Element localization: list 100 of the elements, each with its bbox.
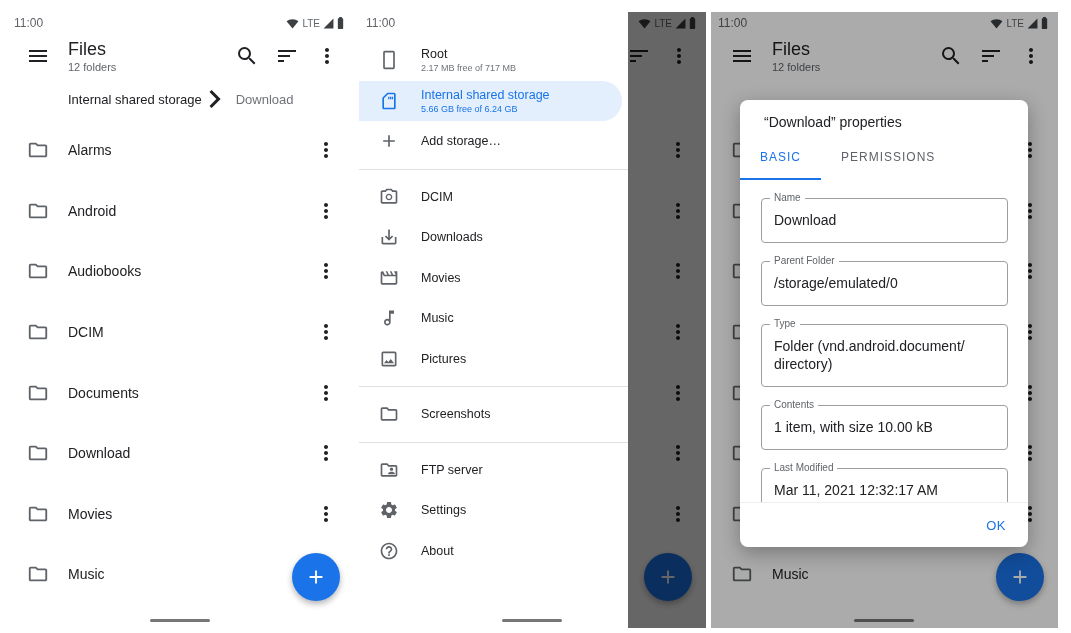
drawer-label: FTP server [421,462,483,477]
dialog-title: “Download” properties [763,113,903,132]
wifi-icon [638,17,652,29]
folder-name[interactable]: DCIM [68,324,306,341]
more-options-icon [324,324,328,341]
sd-card-icon [379,90,399,111]
more-options-icon [676,445,680,462]
drawer-label: Settings [421,503,467,518]
more-options-icon [676,263,680,280]
more-options-icon [324,142,328,159]
status-time: 11:00 [718,16,748,30]
text-field[interactable]: Parent Folder /storage/emulated/0 [761,255,1008,306]
more-options-icon [676,324,680,341]
folder-name[interactable]: Movies [68,505,306,522]
breadcrumb-item[interactable]: Internal shared storage [68,91,202,107]
drawer-item[interactable]: FTP server [359,449,622,490]
navigation-handle[interactable] [854,619,914,622]
breadcrumb-item[interactable]: Download [235,91,294,107]
drawer-item[interactable]: Settings [359,490,622,531]
battery-icon [337,17,344,29]
text-field[interactable]: Type Folder (vnd.android.document/ directory) [761,318,1008,387]
more-options-icon [325,48,329,64]
more-options-icon [1029,48,1033,64]
storage-detail: 2.17 MB free of 717 MB [421,63,517,74]
more-options-icon [324,202,328,219]
drawer-item[interactable]: Root 2.17 MB free of 717 MB [359,40,622,81]
folder-name[interactable]: Android [68,202,306,219]
wifi-icon [990,17,1004,29]
text-field[interactable]: Name Download [761,192,1008,243]
more-options-icon [677,48,681,64]
drawer-item[interactable]: About [359,530,622,571]
field-label: Name [773,192,802,204]
help-icon [379,540,399,561]
network-label: LTE [1006,17,1024,29]
more-options-icon [676,142,680,159]
drawer-item[interactable]: Music [359,298,622,339]
folder-name[interactable]: Music [772,566,1050,583]
navigation-handle[interactable] [502,619,562,622]
battery-icon [689,17,696,29]
signal-icon [1027,17,1038,29]
text-field[interactable]: Contents 1 item, with size 10.00 kB [761,399,1008,450]
more-options-icon [324,263,328,280]
more-options-icon [1028,445,1032,462]
folder-name[interactable]: Audiobooks [68,263,306,280]
wifi-icon [286,17,300,29]
more-options-icon [676,202,680,219]
more-options-icon [324,384,328,401]
folder-name[interactable]: Download [68,445,306,462]
battery-icon [1041,17,1048,29]
app-title: Files [772,38,811,60]
more-options-icon [324,445,328,462]
ok-button[interactable]: OK [978,511,1014,539]
drawer-item[interactable]: Downloads [359,217,622,258]
status-time: 11:00 [14,16,44,30]
drawer-label: Root [421,47,449,62]
app-title: Files [68,38,107,60]
more-options-icon [676,384,680,401]
drawer-label: About [421,543,454,558]
navigation-handle[interactable] [150,619,210,622]
network-label: LTE [302,17,320,29]
tab[interactable]: BASIC [740,136,821,180]
signal-icon [675,17,686,29]
drawer-label: Internal shared storage [421,87,550,102]
drawer-item[interactable]: Screenshots [359,394,622,435]
more-options-icon [1028,142,1032,159]
folder-name[interactable]: Documents [68,384,306,401]
drawer-label: DCIM [421,189,453,204]
drawer-label: Movies [421,270,461,285]
signal-icon [323,17,334,29]
add-button[interactable] [996,553,1044,601]
storage-detail: 5.66 GB free of 6.24 GB [421,103,519,114]
add-button[interactable] [292,553,340,601]
settings-icon [379,500,399,521]
drawer-label: Downloads [421,230,483,245]
field-label: Contents [773,399,816,411]
drawer-item[interactable]: Pictures [359,338,622,379]
drawer-item[interactable]: DCIM [359,176,622,217]
folder-count: 12 folders [68,60,118,74]
text-field[interactable]: Last Modified Mar 11, 2021 12:32:17 AM [761,462,1008,502]
folder-name[interactable]: Music [68,566,346,583]
drawer-label: Add storage… [421,134,501,149]
field-label: Type [773,318,797,330]
drawer-label: Pictures [421,351,467,366]
download-icon [379,227,399,248]
status-time: 11:00 [366,16,396,30]
more-options-icon [676,505,680,522]
drawer-item[interactable]: Internal shared storage 5.66 GB free of 6.24 GB [359,80,622,121]
more-options-icon [1028,324,1032,341]
drawer-item[interactable]: Movies [359,257,622,298]
drawer-label: Music [421,311,454,326]
folder-count: 12 folders [772,60,822,74]
more-options-icon [1028,263,1032,280]
drawer-label: Screenshots [421,407,491,422]
field-label: Last Modified [773,462,835,474]
drawer-item[interactable]: Add storage… [359,121,622,162]
tab[interactable]: PERMISSIONS [821,136,956,180]
more-options-icon [1028,202,1032,219]
more-options-icon [1028,384,1032,401]
folder-name[interactable]: Alarms [68,142,306,159]
field-label: Parent Folder [773,255,836,267]
